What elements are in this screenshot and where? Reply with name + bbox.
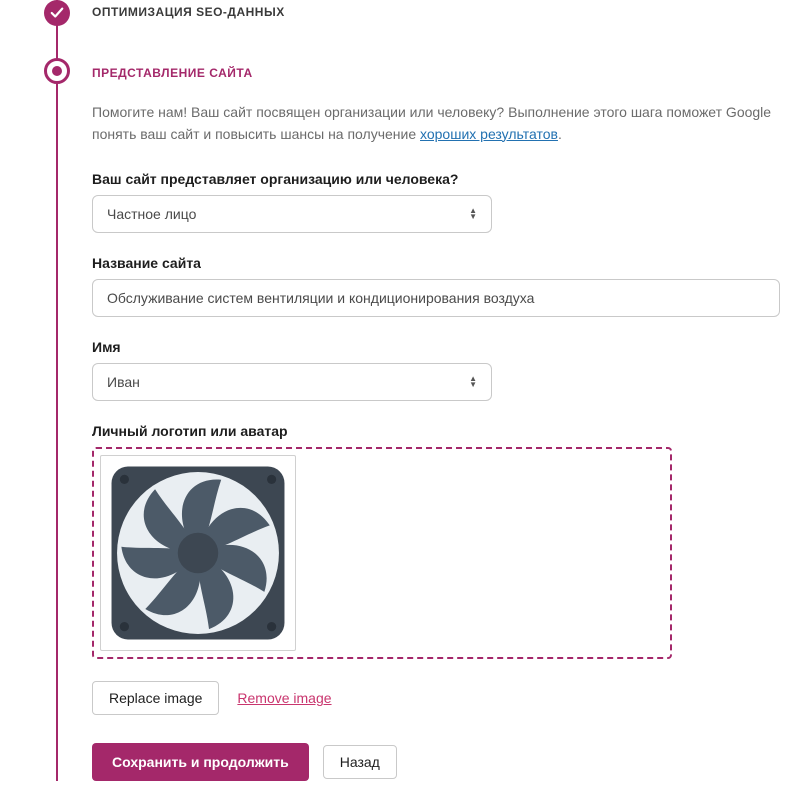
intro-text: Помогите нам! Ваш сайт посвящен организа… (92, 102, 780, 145)
step-title-previous: ОПТИМИЗАЦИЯ SEO-ДАННЫХ (76, 0, 780, 19)
person-name-value: Иван (107, 374, 140, 390)
avatar-preview (100, 455, 296, 651)
intro-text-after: . (558, 126, 562, 142)
site-name-input[interactable]: Обслуживание систем вентиляции и кондици… (92, 279, 780, 317)
chevron-updown-icon: ▲▼ (469, 376, 477, 388)
represents-value: Частное лицо (107, 206, 196, 222)
avatar-label: Личный логотип или аватар (92, 423, 780, 439)
replace-image-button[interactable]: Replace image (92, 681, 219, 715)
site-name-label: Название сайта (92, 255, 780, 271)
step-marker-current (44, 58, 70, 84)
step-marker-done (44, 0, 70, 26)
represents-label: Ваш сайт представляет организацию или че… (92, 171, 780, 187)
chevron-updown-icon: ▲▼ (469, 208, 477, 220)
fan-icon (106, 461, 290, 645)
save-continue-button[interactable]: Сохранить и продолжить (92, 743, 309, 781)
person-name-select[interactable]: Иван ▲▼ (92, 363, 492, 401)
back-button[interactable]: Назад (323, 745, 397, 779)
person-name-label: Имя (92, 339, 780, 355)
remove-image-link[interactable]: Remove image (237, 690, 331, 706)
progress-line (56, 0, 58, 781)
step-title-current: ПРЕДСТАВЛЕНИЕ САЙТА (76, 61, 780, 80)
site-name-value: Обслуживание систем вентиляции и кондици… (107, 290, 534, 306)
intro-link[interactable]: хороших результатов (420, 126, 558, 142)
check-icon (50, 6, 64, 20)
represents-select[interactable]: Частное лицо ▲▼ (92, 195, 492, 233)
current-dot-icon (52, 66, 62, 76)
avatar-dropzone[interactable] (92, 447, 672, 659)
